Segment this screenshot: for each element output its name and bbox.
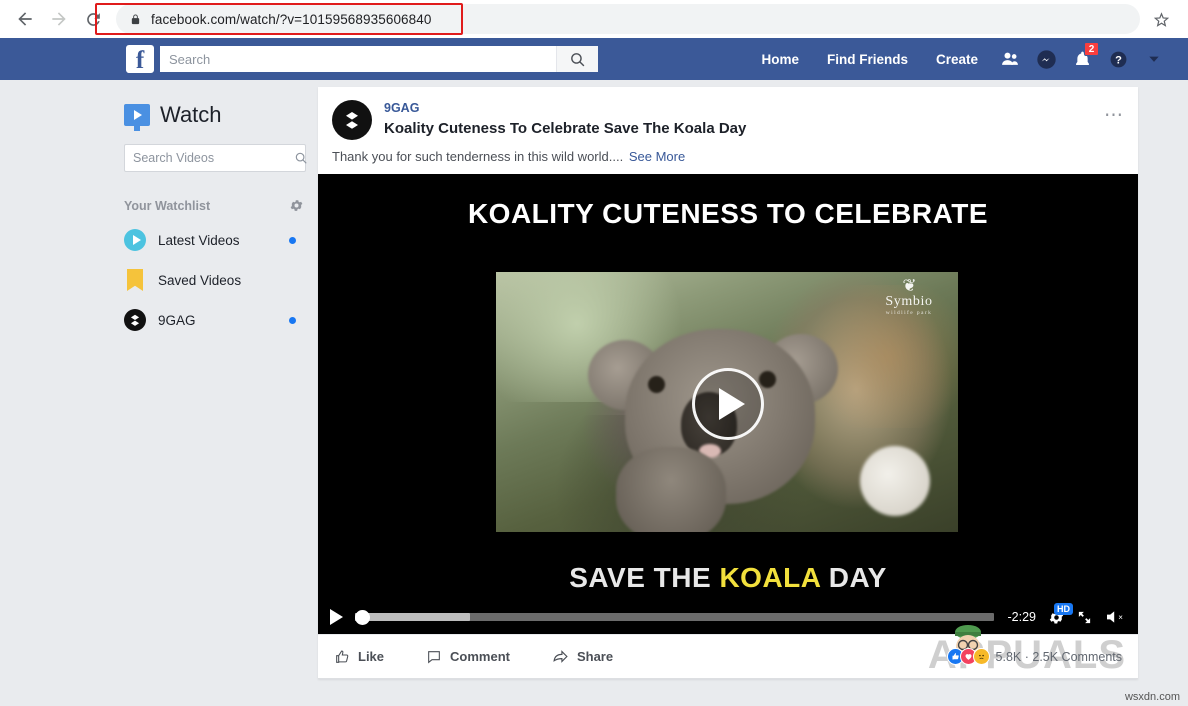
facebook-navbar: f Home Find Friends Create 2 ?: [0, 38, 1188, 80]
bookmark-star-icon[interactable]: [1144, 4, 1178, 34]
browser-toolbar: facebook.com/watch/?v=10159568935606840: [0, 0, 1188, 38]
sidebar-item-9gag[interactable]: 9GAG: [124, 307, 306, 333]
unread-dot: [289, 237, 296, 244]
caption-bottom-part1: SAVE THE: [569, 562, 719, 593]
page-body: Watch Your Watchlist Latest Videos: [0, 80, 1188, 706]
reload-button[interactable]: [76, 2, 110, 36]
post-description: Thank you for such tenderness in this wi…: [318, 140, 1138, 174]
time-remaining: -2:29: [1008, 610, 1037, 624]
facebook-search[interactable]: [160, 46, 598, 72]
sidebar-item-label: 9GAG: [158, 313, 196, 328]
svg-text:×: ×: [1118, 613, 1123, 622]
symbio-name: Symbio: [872, 294, 946, 310]
address-bar[interactable]: facebook.com/watch/?v=10159568935606840: [116, 4, 1140, 34]
watch-monitor-icon: [124, 104, 150, 126]
page-root: facebook.com/watch/?v=10159568935606840 …: [0, 0, 1188, 706]
friend-requests-icon[interactable]: [992, 44, 1028, 74]
video-player[interactable]: KOALITY CUTENESS TO CELEBRATE ❦ Symbio: [318, 174, 1138, 634]
comment-bubble-icon: [426, 649, 442, 665]
video-caption-top: KOALITY CUTENESS TO CELEBRATE: [318, 198, 1138, 230]
account-chevron-down-icon[interactable]: [1136, 44, 1172, 74]
like-button[interactable]: Like: [334, 649, 384, 665]
navbar-right: Home Find Friends Create 2 ?: [747, 44, 1188, 74]
more-options-icon[interactable]: ⋯: [1104, 111, 1124, 121]
progress-buffered: [355, 613, 470, 621]
thumbs-up-icon: [334, 649, 350, 665]
progress-knob[interactable]: [355, 610, 370, 625]
reaction-icons: [947, 648, 990, 665]
watchlist-header: Your Watchlist: [124, 198, 306, 213]
play-icon[interactable]: [330, 609, 343, 625]
post-meta: 9GAG Koality Cuteness To Celebrate Save …: [384, 100, 1124, 140]
watch-header: Watch: [124, 80, 306, 128]
gear-icon[interactable]: [289, 198, 304, 213]
nav-link-home[interactable]: Home: [747, 52, 813, 67]
search-videos-input[interactable]: [133, 151, 294, 165]
forward-button[interactable]: [42, 2, 76, 36]
site-watermark: wsxdn.com: [1125, 691, 1180, 703]
symbio-mark-icon: ❦: [872, 278, 946, 294]
comment-label: Comment: [450, 649, 510, 664]
player-controls: -2:29 HD ×: [318, 600, 1138, 634]
post-title: Koality Cuteness To Celebrate Save The K…: [384, 120, 1124, 137]
notifications-badge: 2: [1084, 42, 1099, 56]
gear-icon[interactable]: HD: [1048, 609, 1065, 626]
caption-bottom-part2: DAY: [820, 562, 886, 593]
reaction-summary-text: 5.8K · 2.5K Comments: [996, 650, 1122, 664]
post-description-text: Thank you for such tenderness in this wi…: [332, 149, 623, 164]
unread-dot: [289, 317, 296, 324]
hd-badge[interactable]: HD: [1054, 603, 1073, 615]
avatar[interactable]: [332, 100, 372, 140]
search-icon[interactable]: [556, 46, 598, 72]
symbio-watermark: ❦ Symbio wildlife park: [872, 278, 946, 316]
caption-bottom-highlight: KOALA: [719, 562, 820, 593]
svg-text:?: ?: [1115, 54, 1122, 66]
post-header: 9GAG Koality Cuteness To Celebrate Save …: [318, 87, 1138, 140]
latest-videos-icon: [124, 229, 146, 251]
url-text: facebook.com/watch/?v=10159568935606840: [151, 12, 432, 27]
play-button-icon[interactable]: [692, 368, 764, 440]
sidebar-item-latest-videos[interactable]: Latest Videos: [124, 227, 306, 253]
nav-link-find-friends[interactable]: Find Friends: [813, 52, 922, 67]
lock-icon: [130, 13, 141, 26]
post-action-bar: Like Comment Share APPUALS: [318, 634, 1138, 678]
share-label: Share: [577, 649, 613, 664]
search-input[interactable]: [160, 46, 556, 72]
9gag-avatar-icon: [124, 309, 146, 331]
watchlist-title: Your Watchlist: [124, 199, 210, 213]
share-button[interactable]: Share: [552, 648, 613, 665]
messenger-icon[interactable]: [1028, 44, 1064, 74]
search-icon[interactable]: [294, 151, 308, 165]
volume-muted-icon[interactable]: ×: [1104, 609, 1126, 625]
progress-scrubber[interactable]: [355, 609, 994, 625]
share-arrow-icon: [552, 648, 569, 665]
fullscreen-icon[interactable]: [1077, 610, 1092, 625]
page-bottom-strip: [0, 684, 1188, 706]
video-post-card: 9GAG Koality Cuteness To Celebrate Save …: [318, 87, 1138, 679]
sidebar-item-label: Saved Videos: [158, 273, 241, 288]
omnibox-container: facebook.com/watch/?v=10159568935606840: [116, 4, 1178, 34]
facebook-logo-icon[interactable]: f: [126, 45, 154, 73]
sidebar-item-saved-videos[interactable]: Saved Videos: [124, 267, 306, 293]
notifications-bell-icon[interactable]: 2: [1064, 44, 1100, 74]
help-icon[interactable]: ?: [1100, 44, 1136, 74]
saved-videos-bookmark-icon: [127, 269, 143, 291]
reaction-summary[interactable]: 5.8K · 2.5K Comments: [947, 648, 1122, 665]
nav-link-create[interactable]: Create: [922, 52, 992, 67]
see-more-link[interactable]: See More: [629, 149, 685, 164]
video-caption-bottom: SAVE THE KOALA DAY: [318, 562, 1138, 594]
video-search[interactable]: [124, 144, 306, 172]
sidebar-item-label: Latest Videos: [158, 233, 240, 248]
back-button[interactable]: [8, 2, 42, 36]
watch-sidebar: Watch Your Watchlist Latest Videos: [124, 80, 306, 333]
symbio-subtitle: wildlife park: [872, 310, 946, 316]
comment-button[interactable]: Comment: [426, 649, 510, 665]
sad-reaction-icon: [973, 648, 990, 665]
post-author[interactable]: 9GAG: [384, 101, 1124, 115]
like-label: Like: [358, 649, 384, 664]
page-title: Watch: [160, 102, 222, 128]
